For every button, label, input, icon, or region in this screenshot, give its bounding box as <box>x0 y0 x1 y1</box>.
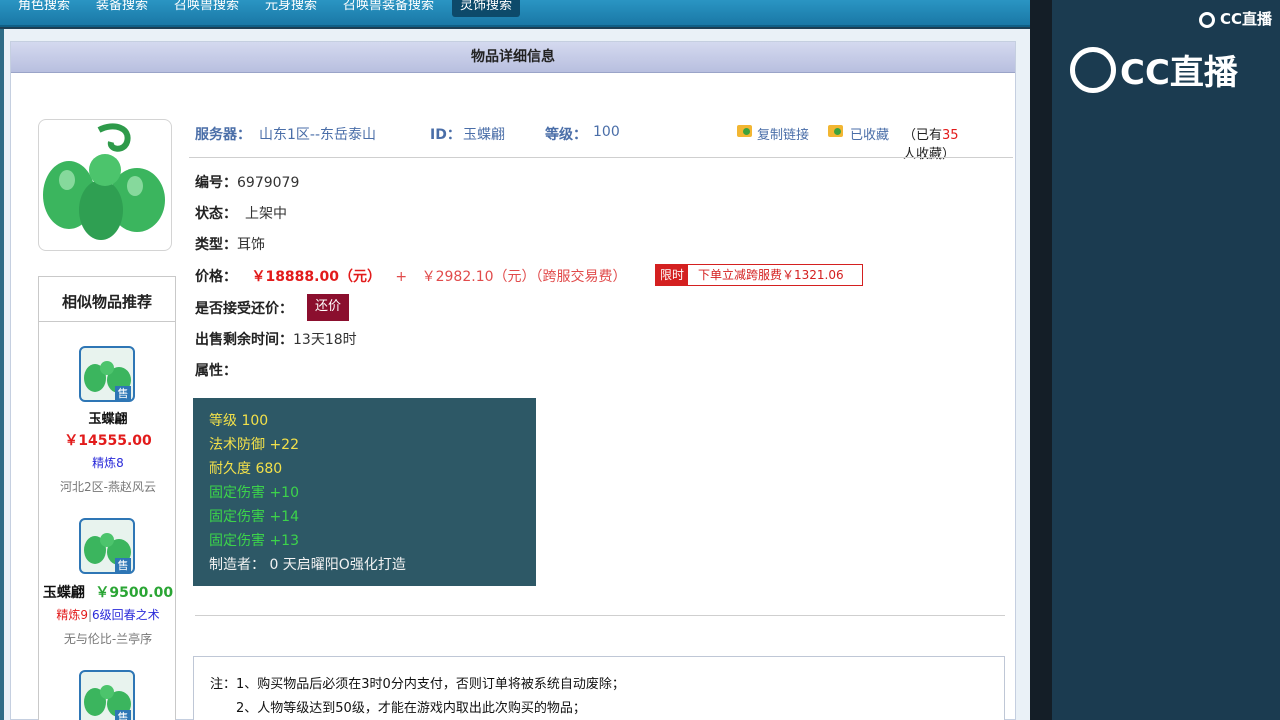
status-label: 状态： <box>195 206 237 222</box>
similar-item-server: 河北2区-燕赵风云 <box>60 480 156 494</box>
similar-item-skill: 6级回春之术 <box>92 608 160 622</box>
attribute-maker: 制造者： 0 天启曜阳O强化打造 <box>209 557 406 573</box>
similar-item-server: 无与伦比-兰亭序 <box>63 632 153 646</box>
top-nav: 角色搜索 装备搜索 召唤兽搜索 元身搜索 召唤兽装备搜索 灵饰搜索 <box>0 0 1030 27</box>
similar-item-icon[interactable]: 售 <box>79 670 135 720</box>
price-field: 价格： ￥18888.00（元） + ￥2982.10（元）（跨服交易费） <box>195 266 1015 286</box>
tab-pet-equipment-search[interactable]: 召唤兽装备搜索 <box>343 0 434 18</box>
cc-live-logo-large: CC直播 <box>1070 45 1238 94</box>
similar-items-title: 相似物品推荐 <box>39 277 175 322</box>
bargain-button[interactable]: 还价 <box>307 294 349 321</box>
attribute-durability: 耐久度 680 <box>209 461 283 477</box>
sale-badge: 售 <box>118 386 129 400</box>
similar-items-panel: 相似物品推荐 售 玉蝶翩 ￥14555.00 精炼8 河北2区-燕赵风云 售 玉… <box>38 276 176 720</box>
favorite-count-number: 35 <box>942 128 959 143</box>
cc-logo-large-text: CC直播 <box>1120 53 1238 93</box>
item-image <box>38 119 172 251</box>
note-line-2: 2、人物等级达到50级，才能在游戏内取出此次购买的物品； <box>236 701 586 716</box>
panel-title: 物品详细信息 <box>11 42 1015 73</box>
server-value: 山东1区--东岳泰山 <box>259 127 377 143</box>
favorite-count-suffix: 人收藏） <box>903 147 956 162</box>
attribute-fixed-damage-1: 固定伤害 +10 <box>209 485 299 501</box>
item-detail-panel: 物品详细信息 相似物品推荐 售 玉蝶翩 ￥14555.00 精炼8 河北2区-燕… <box>10 41 1016 720</box>
tab-pet-search[interactable]: 召唤兽搜索 <box>174 0 239 18</box>
type-value: 耳饰 <box>237 237 265 253</box>
favorite-icon <box>828 125 843 137</box>
bargain-label: 是否接受还价： <box>195 301 293 317</box>
remaining-time-field: 出售剩余时间：13天18时 <box>195 329 357 349</box>
note-line-1: 注：1、购买物品后必须在3时0分内支付，否则订单将被系统自动废除； <box>210 677 625 692</box>
price-value: ￥18888.00（元） <box>251 269 381 285</box>
remaining-time-value: 13天18时 <box>293 332 357 348</box>
attribute-magic-defense: 法术防御 +22 <box>209 437 299 453</box>
jade-earring-icon: 售 <box>84 361 131 400</box>
cross-server-fee: ￥2982.10（元）（跨服交易费） <box>421 269 627 285</box>
status-value: 上架中 <box>245 206 287 222</box>
similar-item-refine: 精炼8 <box>92 456 124 470</box>
copy-link-button[interactable]: 复制链接 <box>757 124 809 143</box>
limited-offer-text: 下单立减跨服费￥1321.06 <box>698 268 844 282</box>
number-label: 编号： <box>195 175 237 191</box>
level-value: 100 <box>593 124 620 140</box>
cc-logo-icon <box>1198 11 1215 28</box>
jade-earring-icon: 售 <box>84 685 131 720</box>
similar-item-icon[interactable]: 售 <box>79 518 135 574</box>
favorite-count-prefix: （已有 <box>903 128 943 143</box>
jade-earring-icon <box>43 123 165 240</box>
body-divider <box>195 615 1005 616</box>
cc-logo-icon <box>1070 46 1116 93</box>
type-label: 类型： <box>195 237 237 253</box>
cc-logo-small-text: CC直播 <box>1219 10 1272 28</box>
similar-item-price: ￥9500.00 <box>95 585 174 601</box>
attributes-field: 属性： <box>195 360 237 380</box>
similar-item-line: 玉蝶翩 ￥9500.00 <box>39 582 177 602</box>
server-label: 服务器： <box>195 127 251 143</box>
tab-role-search[interactable]: 角色搜索 <box>18 0 70 18</box>
similar-item-refine: 精炼9 <box>56 608 88 622</box>
level-label: 等级： <box>545 127 587 143</box>
id-label: ID： <box>430 127 461 143</box>
bargain-field: 是否接受还价： <box>195 298 293 318</box>
tab-yuanshen-search[interactable]: 元身搜索 <box>265 0 317 18</box>
limited-offer-box: 限时 下单立减跨服费￥1321.06 <box>655 264 863 286</box>
similar-item-price: ￥14555.00 <box>64 433 152 449</box>
attributes-box: 等级 100 法术防御 +22 耐久度 680 固定伤害 +10 固定伤害 +1… <box>193 398 536 586</box>
item-header-row: 服务器： 山东1区--东岳泰山 ID： 玉蝶翩 等级： 100 复制链接 已收藏… <box>195 124 1010 162</box>
number-field: 编号：6979079 <box>195 172 299 192</box>
status-field: 状态： 上架中 <box>195 203 287 223</box>
similar-item-name[interactable]: 玉蝶翩 <box>43 585 85 601</box>
similar-item-icon[interactable]: 售 <box>79 346 135 402</box>
stream-border <box>1030 0 1052 720</box>
jade-earring-icon: 售 <box>84 533 131 572</box>
favorited-button[interactable]: 已收藏 <box>850 124 889 143</box>
similar-item-refine-line: 精炼9|6级回春之术 <box>56 608 160 622</box>
similar-item-name[interactable]: 玉蝶翩 <box>39 408 177 427</box>
sale-badge: 售 <box>118 710 129 720</box>
purchase-notes: 注：1、购买物品后必须在3时0分内支付，否则订单将被系统自动废除； 2、人物等级… <box>193 656 1005 720</box>
limited-time-badge: 限时 <box>656 265 689 285</box>
tab-equipment-search[interactable]: 装备搜索 <box>96 0 148 18</box>
attribute-fixed-damage-2: 固定伤害 +14 <box>209 509 299 525</box>
stream-overlay: CC直播 CC直播 <box>1030 0 1280 720</box>
attributes-label: 属性： <box>195 363 237 379</box>
cc-live-logo-small: CC直播 <box>1198 8 1272 29</box>
sale-badge: 售 <box>118 558 129 572</box>
page: 物品详细信息 相似物品推荐 售 玉蝶翩 ￥14555.00 精炼8 河北2区-燕… <box>4 29 1030 720</box>
header-divider <box>189 157 1013 158</box>
attribute-fixed-damage-3: 固定伤害 +13 <box>209 533 299 549</box>
tab-accessory-search[interactable]: 灵饰搜索 <box>452 0 521 17</box>
id-value: 玉蝶翩 <box>463 127 505 143</box>
number-value: 6979079 <box>237 175 300 191</box>
copy-link-icon <box>737 125 752 137</box>
attribute-level: 等级 100 <box>209 413 269 429</box>
price-label: 价格： <box>195 269 237 285</box>
remaining-time-label: 出售剩余时间： <box>195 332 293 348</box>
price-plus: + <box>395 269 408 285</box>
type-field: 类型：耳饰 <box>195 234 265 254</box>
